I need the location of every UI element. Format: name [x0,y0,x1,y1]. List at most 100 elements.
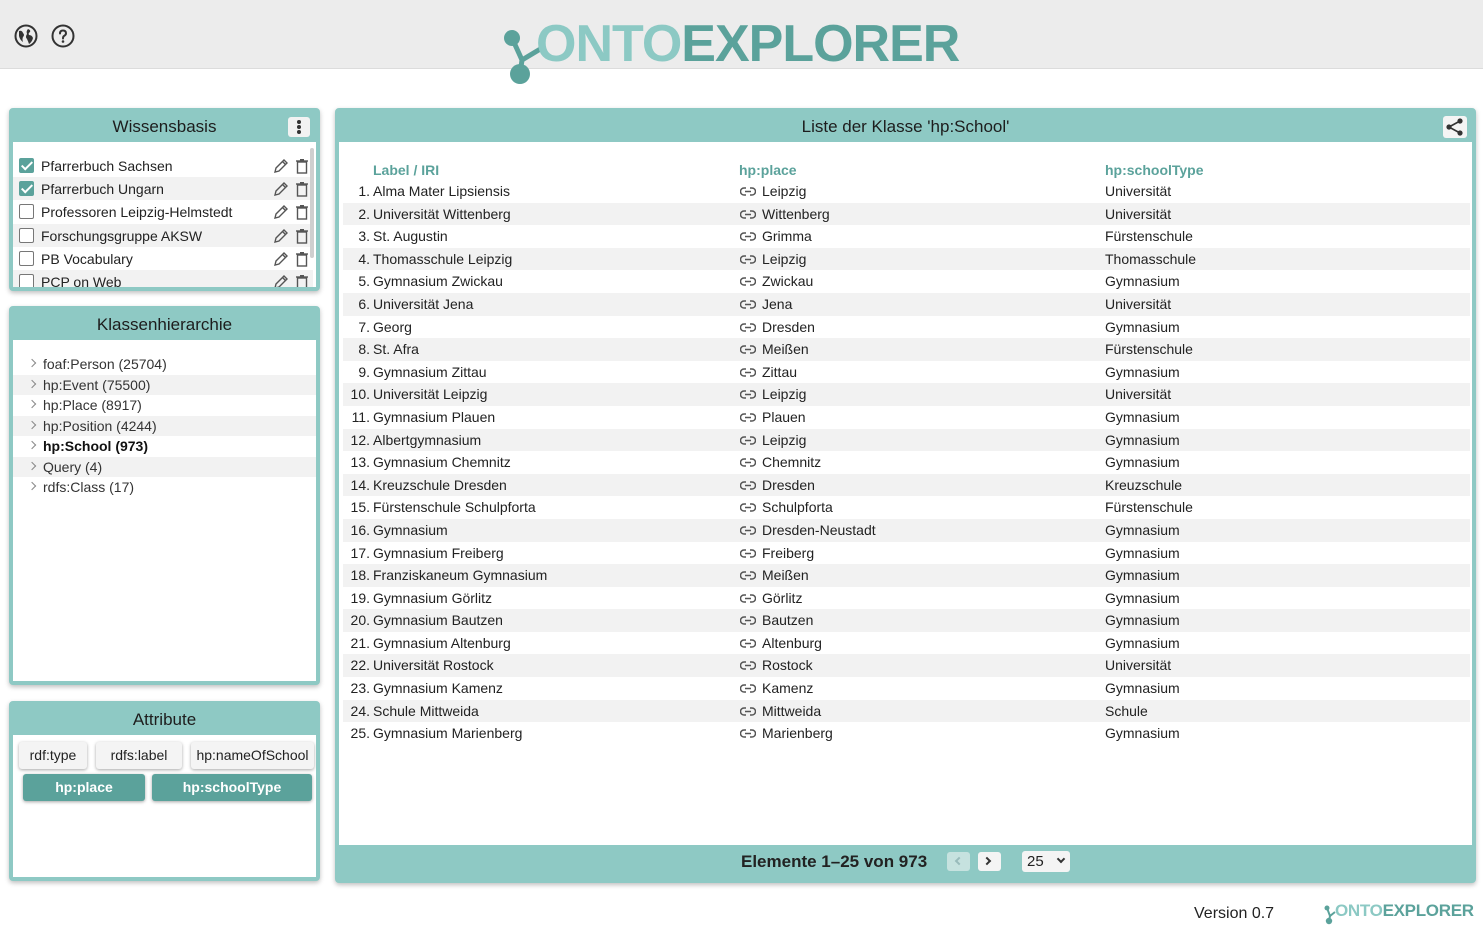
chevron-right-icon[interactable] [27,420,37,429]
row-label[interactable]: Gymnasium Zittau [373,364,487,380]
row-label[interactable]: Gymnasium Marienberg [373,725,522,741]
row-label[interactable]: Universität Wittenberg [373,206,511,222]
knowledge-base-item[interactable]: Pfarrerbuch Ungarn [13,177,313,201]
knowledge-base-item[interactable]: Professoren Leipzig-Helmstedt [13,200,313,223]
row-label[interactable]: Gymnasium Plauen [373,409,495,425]
row-label[interactable]: Gymnasium Chemnitz [373,454,511,470]
row-place[interactable]: Zittau [762,364,797,380]
knowledge-base-item[interactable]: PB Vocabulary [13,247,313,270]
knowledge-base-item[interactable]: Forschungsgruppe AKSW [13,223,313,247]
row-place[interactable]: Chemnitz [762,454,821,470]
table-row[interactable]: 22. Universität Rostock Rostock Universität [343,654,1470,678]
row-place[interactable]: Schulpforta [762,499,833,515]
knowledge-base-item[interactable]: PCP on Web [13,269,313,290]
table-row[interactable]: 21. Gymnasium Altenburg Altenburg Gymnasium [343,632,1470,655]
trash-icon[interactable] [295,204,309,221]
row-place[interactable]: Leipzig [762,251,806,267]
link-icon[interactable] [740,231,756,242]
attribute-chip[interactable]: rdf:type [19,742,87,769]
row-label[interactable]: Fürstenschule Schulpforta [373,499,536,515]
table-row[interactable]: 13. Gymnasium Chemnitz Chemnitz Gymnasium [343,451,1470,474]
edit-icon[interactable] [273,158,289,174]
row-label[interactable]: St. Augustin [373,228,448,244]
link-icon[interactable] [740,502,756,513]
row-place[interactable]: Altenburg [762,635,822,651]
tree-item-label[interactable]: foaf:Person (25704) [43,356,167,372]
row-label[interactable]: Alma Mater Lipsiensis [373,183,510,199]
edit-icon[interactable] [273,204,289,220]
row-place[interactable]: Wittenberg [762,206,830,222]
table-row[interactable]: 4. Thomasschule Leipzig Leipzig Thomasschul… [343,247,1470,271]
row-place[interactable]: Meißen [762,567,809,583]
chevron-right-icon[interactable] [27,440,37,450]
knowledge-base-checkbox[interactable] [19,227,34,243]
table-row[interactable]: 10. Universität Leipzig Leipzig Universität [343,383,1470,406]
chevron-right-icon[interactable] [27,358,37,368]
row-place[interactable]: Plauen [762,409,806,425]
row-place[interactable]: Kamenz [762,680,813,696]
knowledge-base-checkbox[interactable] [19,250,34,266]
next-page-button[interactable] [978,852,1001,871]
edit-icon[interactable] [273,228,289,244]
tree-item-label[interactable]: Query (4) [43,459,102,475]
link-icon[interactable] [740,615,756,626]
row-label[interactable]: Gymnasium Zwickau [373,273,503,289]
tree-item[interactable]: foaf:Person (25704) [13,354,316,375]
row-label[interactable]: Schule Mittweida [373,703,479,719]
row-label[interactable]: Albertgymnasium [373,432,481,448]
link-icon[interactable] [740,660,756,671]
attribute-chip[interactable]: rdfs:label [96,742,182,769]
row-label[interactable]: St. Afra [373,341,419,357]
table-row[interactable]: 25. Gymnasium Marienberg Marienberg Gymnasi… [343,722,1470,745]
knowledge-base-checkbox[interactable] [19,204,34,220]
tree-item-label[interactable]: rdfs:Class (17) [43,479,134,495]
chevron-right-icon[interactable] [27,399,37,409]
knowledge-base-checkbox[interactable] [19,158,34,173]
row-label[interactable]: Universität Rostock [373,657,494,673]
row-place[interactable]: Jena [762,296,792,312]
trash-icon[interactable] [295,181,309,197]
link-icon[interactable] [740,683,756,694]
edit-icon[interactable] [273,274,289,290]
row-place[interactable]: Leipzig [762,386,806,402]
row-place[interactable]: Dresden [762,319,815,335]
row-place[interactable]: Zwickau [762,273,813,289]
row-place[interactable]: Dresden-Neustadt [762,522,876,538]
trash-icon[interactable] [295,274,309,290]
table-row[interactable]: 7. Georg Dresden Gymnasium [343,316,1470,339]
row-place[interactable]: Dresden [762,477,815,493]
row-label[interactable]: Universität Leipzig [373,386,487,402]
row-label[interactable]: Gymnasium Görlitz [373,590,492,606]
tree-item[interactable]: hp:Place (8917) [13,395,316,416]
attribute-chip[interactable]: hp:place [23,774,145,801]
table-row[interactable]: 20. Gymnasium Bautzen Bautzen Gymnasium [343,609,1470,632]
link-icon[interactable] [740,209,756,220]
share-icon[interactable] [1443,116,1467,138]
trash-icon[interactable] [295,228,309,244]
row-place[interactable]: Freiberg [762,545,814,561]
tree-item[interactable]: rdfs:Class (17) [13,477,316,498]
row-label[interactable]: Franziskaneum Gymnasium [373,567,547,583]
row-label[interactable]: Kreuzschule Dresden [373,477,507,493]
tree-item-label[interactable]: hp:Event (75500) [43,377,150,393]
row-label[interactable]: Thomasschule Leipzig [373,251,512,267]
table-row[interactable]: 16. Gymnasium Dresden-Neustadt Gymnasium [343,518,1470,542]
table-row[interactable]: 12. Albertgymnasium Leipzig Gymnasium [343,428,1470,452]
link-icon[interactable] [740,389,756,400]
table-row[interactable]: 1. Alma Mater Lipsiensis Leipzig Universitä… [343,180,1470,203]
row-label[interactable]: Georg [373,319,412,335]
tree-item[interactable]: Query (4) [13,456,316,477]
link-icon[interactable] [740,435,756,446]
link-icon[interactable] [740,254,756,265]
knowledge-base-checkbox[interactable] [19,181,34,197]
tree-item-label[interactable]: hp:School (973) [43,438,148,454]
table-row[interactable]: 24. Schule Mittweida Mittweida Schule [343,699,1470,723]
previous-page-button[interactable] [947,852,970,871]
link-icon[interactable] [740,593,756,604]
tree-item[interactable]: hp:Event (75500) [13,374,316,395]
chevron-right-icon[interactable] [27,481,37,491]
edit-icon[interactable] [273,251,289,267]
link-icon[interactable] [740,276,756,287]
row-label[interactable]: Gymnasium [373,522,448,538]
table-row[interactable]: 17. Gymnasium Freiberg Freiberg Gymnasium [343,542,1470,565]
